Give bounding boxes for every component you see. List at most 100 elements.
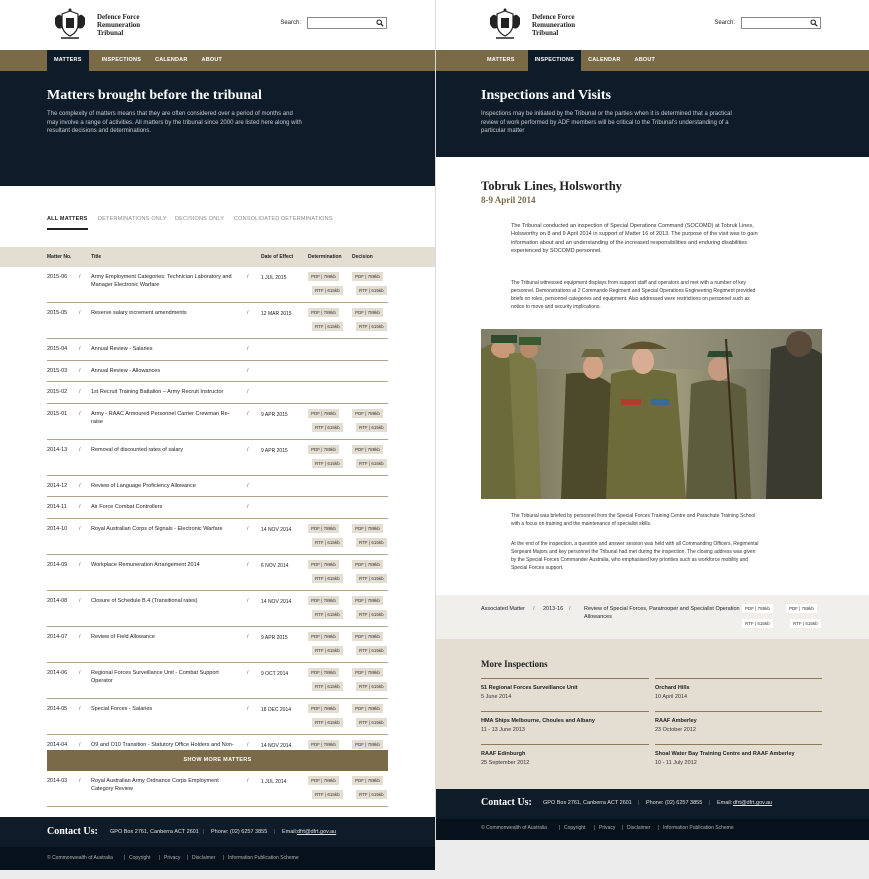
determination-pdf[interactable]: PDF | 789kb: [308, 775, 339, 785]
matter-title[interactable]: Regional Forces Surveillance Unit - Comb…: [91, 669, 241, 685]
matter-title[interactable]: Reserve salary increment amendments: [91, 309, 241, 317]
search-icon[interactable]: [376, 19, 384, 27]
matter-title[interactable]: Review of Field Allowance: [91, 633, 241, 641]
determination-pdf[interactable]: PDF | 789kb: [308, 703, 339, 713]
decision-pdf[interactable]: PDF | 789kb: [352, 272, 383, 281]
matter-title[interactable]: Special Forces - Salaries: [91, 705, 241, 713]
determination-pdf[interactable]: PDF | 789kb: [308, 559, 339, 569]
decision-pdf[interactable]: PDF | 789kb: [352, 523, 383, 533]
search-input[interactable]: [742, 25, 804, 35]
decision-pdf[interactable]: PDF | 789kb: [352, 559, 383, 569]
table-row[interactable]: 2014-07 / Review of Field Allowance / 9 APR …: [47, 627, 388, 663]
table-row[interactable]: 2015-03 / Annual Review - Allowances /: [47, 361, 388, 382]
inspection-link[interactable]: Shoal Water Bay Training Centre and RAAF…: [655, 744, 822, 766]
footer-link-privacy[interactable]: Privacy: [164, 855, 180, 861]
determination-rtf[interactable]: RTF | 615kb: [312, 286, 343, 295]
inspection-link[interactable]: 51 Regional Forces Surveillance Unit 5 Ju…: [481, 678, 649, 700]
decision-pdf[interactable]: PDF | 789kb: [352, 595, 383, 605]
decision-rtf[interactable]: RTF | 615kb: [356, 609, 387, 619]
assoc-decision-rtf[interactable]: RTF | 615kb: [790, 619, 821, 628]
decision-pdf[interactable]: PDF | 789kb: [352, 444, 383, 454]
inspection-link-title[interactable]: Shoal Water Bay Training Centre and RAAF…: [655, 751, 822, 757]
matter-title[interactable]: Air Force Combat Controllers: [91, 503, 241, 511]
decision-pdf[interactable]: PDF | 789kb: [352, 739, 383, 749]
inspection-link[interactable]: RAAF Amberley 23 October 2012: [655, 711, 822, 733]
decision-rtf[interactable]: RTF | 615kb: [356, 573, 387, 583]
contact-email-link[interactable]: dfrt@dfrt.gov.au: [733, 800, 772, 806]
matter-title[interactable]: Closure of Schedule B.4 (Transitional ra…: [91, 597, 241, 605]
search-icon[interactable]: [810, 19, 818, 27]
col-determination[interactable]: Determination: [308, 254, 342, 260]
determination-pdf[interactable]: PDF | 789kb: [308, 523, 339, 533]
filter-consolidated[interactable]: CONSOLIDATED DETERMINATIONS: [234, 216, 333, 222]
determination-rtf[interactable]: RTF | 615kb: [312, 645, 343, 655]
determination-rtf[interactable]: RTF | 615kb: [312, 717, 343, 727]
nav-calendar[interactable]: CALENDAR: [148, 50, 194, 71]
col-date[interactable]: Date of Effect: [261, 254, 293, 260]
table-row[interactable]: 2014-08 / Closure of Schedule B.4 (Transit…: [47, 591, 388, 627]
table-row[interactable]: 2015-01 / Army - RAAC Armoured Personnel C…: [47, 404, 388, 440]
nav-matters[interactable]: MATTERS: [47, 50, 89, 71]
col-title[interactable]: Title: [91, 254, 101, 260]
footer-link-disclaimer[interactable]: Disclaimer: [627, 825, 650, 831]
matter-title[interactable]: Review of Language Proficiency Allowance: [91, 482, 241, 490]
determination-rtf[interactable]: RTF | 615kb: [312, 322, 343, 331]
matter-title[interactable]: Royal Australian Corps of Signals - Elec…: [91, 525, 241, 533]
decision-pdf[interactable]: PDF | 789kb: [352, 775, 383, 785]
nav-about[interactable]: ABOUT: [628, 50, 663, 71]
table-row[interactable]: 2014-09 / Workplace Remuneration Arrangeme…: [47, 555, 388, 591]
inspection-link-title[interactable]: HMA Ships Melbourne, Choules and Albany: [481, 718, 649, 724]
determination-rtf[interactable]: RTF | 615kb: [312, 681, 343, 691]
decision-rtf[interactable]: RTF | 615kb: [356, 537, 387, 547]
filter-determinations[interactable]: DETERMINATIONS ONLY: [98, 216, 167, 222]
inspection-link-title[interactable]: 51 Regional Forces Surveillance Unit: [481, 685, 649, 691]
table-row[interactable]: 2015-04 / Annual Review - Salaries /: [47, 339, 388, 361]
determination-pdf[interactable]: PDF | 789kb: [308, 739, 339, 749]
table-row[interactable]: 2014-10 / Royal Australian Corps of Signal…: [47, 519, 388, 555]
decision-rtf[interactable]: RTF | 615kb: [356, 681, 387, 691]
determination-rtf[interactable]: RTF | 615kb: [312, 422, 343, 432]
nav-matters[interactable]: MATTERS: [480, 50, 522, 71]
footer-link-ips[interactable]: Information Publication Scheme: [228, 855, 299, 861]
decision-pdf[interactable]: PDF | 789kb: [352, 667, 383, 677]
nav-inspections[interactable]: INSPECTIONS: [95, 50, 148, 71]
table-row[interactable]: 2014-05 / Special Forces - Salaries / 18 DEC…: [47, 699, 388, 735]
decision-pdf[interactable]: PDF | 789kb: [352, 703, 383, 713]
determination-pdf[interactable]: PDF | 789kb: [308, 667, 339, 677]
table-row[interactable]: 2014-03 / Royal Australian Army Ordnance C…: [47, 771, 388, 807]
table-row[interactable]: 2014-12 / Review of Language Proficiency A…: [47, 476, 388, 497]
inspection-link[interactable]: Orchard Hills 10 April 2014: [655, 678, 822, 700]
nav-inspections[interactable]: INSPECTIONS: [527, 50, 582, 71]
site-logo[interactable]: Defence Force Remuneration Tribunal: [486, 8, 592, 42]
nav-calendar[interactable]: CALENDAR: [581, 50, 627, 71]
matter-title[interactable]: Removal of discounted rates of salary: [91, 446, 241, 454]
matter-title[interactable]: Annual Review - Allowances: [91, 367, 241, 375]
decision-pdf[interactable]: PDF | 789kb: [352, 408, 383, 418]
table-row[interactable]: 2015-05 / Reserve salary increment amendme…: [47, 303, 388, 339]
footer-link-copyright[interactable]: Copyright: [564, 825, 585, 831]
matter-title[interactable]: 1st Recruit Training Battalion – Army Re…: [91, 388, 241, 396]
col-decision[interactable]: Decision: [352, 254, 373, 260]
determination-rtf[interactable]: RTF | 615kb: [312, 609, 343, 619]
decision-rtf[interactable]: RTF | 615kb: [356, 458, 387, 468]
assoc-determination-pdf[interactable]: PDF | 789kb: [742, 604, 773, 613]
matter-title[interactable]: Annual Review - Salaries: [91, 345, 241, 353]
inspection-link-title[interactable]: RAAF Amberley: [655, 718, 822, 724]
matter-title[interactable]: Workplace Remuneration Arrangement 2014: [91, 561, 241, 569]
footer-link-copyright[interactable]: Copyright: [129, 855, 150, 861]
decision-rtf[interactable]: RTF | 615kb: [356, 645, 387, 655]
footer-link-privacy[interactable]: Privacy: [599, 825, 615, 831]
table-row[interactable]: 2015-02 / 1st Recruit Training Battalion –…: [47, 382, 388, 404]
determination-pdf[interactable]: PDF | 789kb: [308, 308, 339, 317]
decision-rtf[interactable]: RTF | 615kb: [356, 789, 387, 799]
site-logo[interactable]: Defence Force Remuneration Tribunal: [51, 8, 157, 42]
nav-about[interactable]: ABOUT: [195, 50, 230, 71]
decision-rtf[interactable]: RTF | 615kb: [356, 422, 387, 432]
inspection-link[interactable]: HMA Ships Melbourne, Choules and Albany 1…: [481, 711, 649, 733]
decision-rtf[interactable]: RTF | 615kb: [356, 286, 387, 295]
inspection-link-title[interactable]: RAAF Edinburgh: [481, 751, 649, 757]
determination-rtf[interactable]: RTF | 615kb: [312, 458, 343, 468]
filter-decisions[interactable]: DECISIONS ONLY: [175, 216, 224, 222]
determination-pdf[interactable]: PDF | 789kb: [308, 408, 339, 418]
footer-link-ips[interactable]: Information Publication Scheme: [663, 825, 734, 831]
